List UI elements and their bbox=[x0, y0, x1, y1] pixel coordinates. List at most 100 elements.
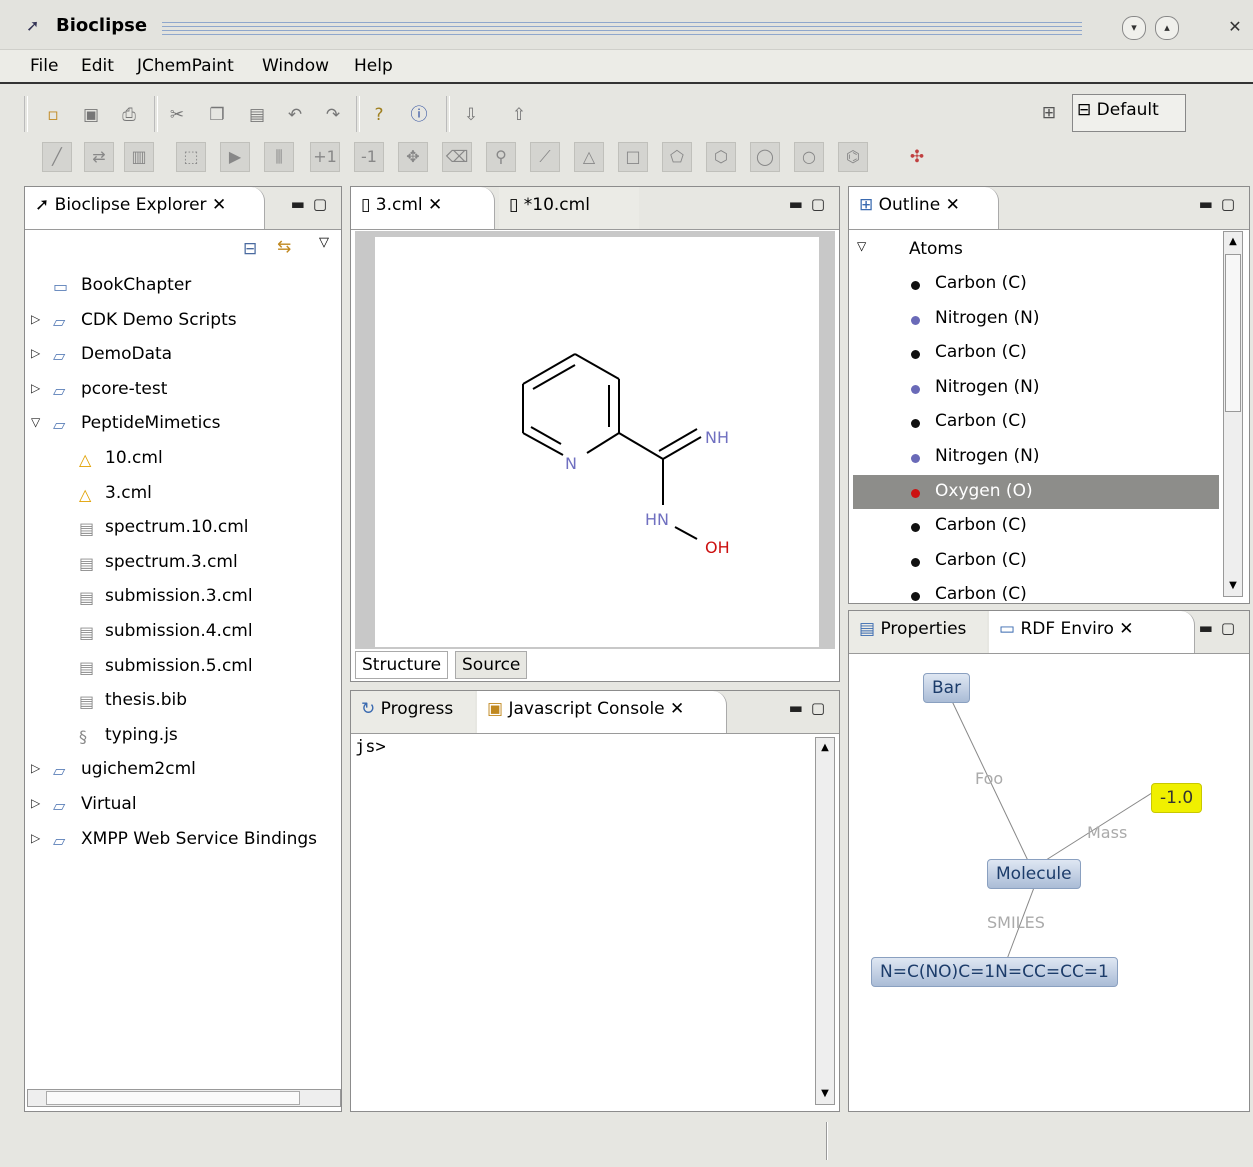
save-icon[interactable]: ▣ bbox=[78, 102, 104, 128]
triangle-ring-icon[interactable]: △ bbox=[574, 142, 604, 172]
outline-root-atoms[interactable]: ▽ Atoms bbox=[853, 233, 1219, 267]
outline-vertical-scrollbar[interactable]: ▲ ▼ bbox=[1223, 231, 1243, 597]
panel-minmax-controls[interactable]: ▬▢ bbox=[789, 195, 833, 213]
menu-jchempaint[interactable]: JChemPaint bbox=[137, 56, 234, 76]
heptagon-ring-icon[interactable]: ◯ bbox=[750, 142, 780, 172]
close-tab-icon[interactable]: ✕ bbox=[1114, 619, 1133, 639]
tab-outline[interactable]: ⊞ Outline ✕ bbox=[849, 187, 999, 229]
atom-item[interactable]: Carbon (C) bbox=[853, 405, 1219, 439]
lasso-icon[interactable]: ⚲ bbox=[486, 142, 516, 172]
menu-help[interactable]: Help bbox=[354, 56, 393, 76]
cleanup-icon[interactable]: ⟋ bbox=[530, 142, 560, 172]
benzene-ring-icon[interactable]: ⌬ bbox=[838, 142, 868, 172]
expand-arrow-icon[interactable]: ▷ bbox=[31, 831, 47, 845]
atom-item[interactable]: Carbon (C) bbox=[853, 578, 1219, 612]
pentagon-ring-icon[interactable]: ⬠ bbox=[662, 142, 692, 172]
octagon-ring-icon[interactable]: ○ bbox=[794, 142, 824, 172]
node-molecule[interactable]: Molecule bbox=[987, 859, 1081, 889]
tab-progress[interactable]: ↻ Progress bbox=[351, 691, 475, 733]
select-rectangle-icon[interactable]: ⬚ bbox=[176, 142, 206, 172]
scrollbar-thumb[interactable] bbox=[1225, 254, 1241, 412]
paste-icon[interactable]: ▤ bbox=[244, 102, 270, 128]
link-editor-icon[interactable]: ⇆ bbox=[277, 237, 291, 257]
scroll-down-arrow-icon[interactable]: ▼ bbox=[817, 1085, 833, 1103]
horizontal-scrollbar[interactable] bbox=[27, 1089, 341, 1107]
panel-minmax-controls[interactable]: ▬▢ bbox=[1199, 619, 1243, 637]
tab-source[interactable]: Source bbox=[455, 651, 528, 679]
close-tab-icon[interactable]: ✕ bbox=[212, 195, 226, 215]
move-icon[interactable]: ✥ bbox=[398, 142, 428, 172]
expand-arrow-icon[interactable]: ▽ bbox=[857, 239, 866, 253]
help-contents-icon[interactable]: ? bbox=[366, 102, 392, 128]
menu-window[interactable]: Window bbox=[262, 56, 329, 76]
tab-structure[interactable]: Structure bbox=[355, 651, 449, 679]
increase-charge-icon[interactable]: +1 bbox=[310, 142, 340, 172]
tab-3-cml[interactable]: ▯ 3.cml ✕ bbox=[351, 187, 495, 229]
expand-arrow-icon[interactable]: ▷ bbox=[31, 381, 47, 395]
new-file-icon[interactable]: ▫ bbox=[40, 102, 66, 128]
panel-minmax-controls[interactable]: ▬▢ bbox=[1199, 195, 1243, 213]
draw-bond-icon[interactable]: ╱ bbox=[42, 142, 72, 172]
help-icon[interactable]: ⓘ bbox=[406, 102, 432, 128]
square-ring-icon[interactable]: □ bbox=[618, 142, 648, 172]
tab-javascript-console[interactable]: ▣ Javascript Console ✕ bbox=[477, 691, 727, 733]
atom-item[interactable]: Oxygen (O) bbox=[853, 474, 1219, 509]
atom-item[interactable]: Carbon (C) bbox=[853, 544, 1219, 578]
atom-item[interactable]: Carbon (C) bbox=[853, 336, 1219, 370]
console-prompt[interactable]: js> bbox=[355, 737, 386, 757]
atom-item[interactable]: Nitrogen (N) bbox=[853, 302, 1219, 336]
cut-icon[interactable]: ✂ bbox=[164, 102, 190, 128]
tab-10-cml[interactable]: ▯ *10.cml bbox=[499, 187, 639, 229]
wedge-bond-icon[interactable]: ▶ bbox=[220, 142, 250, 172]
panel-minmax-controls[interactable]: ▬▢ bbox=[291, 195, 335, 213]
menu-file[interactable]: File bbox=[30, 56, 58, 76]
atom-item[interactable]: Carbon (C) bbox=[853, 267, 1219, 301]
tab-properties[interactable]: ▤ Properties bbox=[849, 611, 987, 653]
menu-edit[interactable]: Edit bbox=[81, 56, 114, 76]
maximize-button[interactable]: ▴ bbox=[1155, 16, 1179, 40]
undo-icon[interactable]: ↶ bbox=[282, 102, 308, 128]
eraser-icon[interactable]: ⌫ bbox=[442, 142, 472, 172]
node-value[interactable]: -1.0 bbox=[1151, 783, 1203, 813]
decrease-charge-icon[interactable]: -1 bbox=[354, 142, 384, 172]
close-tab-icon[interactable]: ✕ bbox=[423, 195, 442, 215]
atom-item[interactable]: Carbon (C) bbox=[853, 509, 1219, 543]
scroll-up-arrow-icon[interactable]: ▲ bbox=[1225, 233, 1241, 251]
reaction-arrow-icon[interactable]: ⇄ bbox=[84, 142, 114, 172]
expand-arrow-icon[interactable]: ▷ bbox=[31, 796, 47, 810]
panel-minmax-controls[interactable]: ▬▢ bbox=[789, 699, 833, 717]
close-window-button[interactable]: ✕ bbox=[1224, 16, 1246, 38]
outline-panel: ⊞ Outline ✕ ▬▢ ▽ Atoms Carbon (C) Nitroge… bbox=[848, 186, 1250, 604]
expand-arrow-icon[interactable]: ▽ bbox=[31, 415, 47, 429]
import-icon[interactable]: ⇩ bbox=[458, 102, 484, 128]
tab-rdf-enviro[interactable]: ▭ RDF Enviro ✕ bbox=[989, 611, 1195, 653]
atom-item[interactable]: Nitrogen (N) bbox=[853, 371, 1219, 405]
hexagon-ring-icon[interactable]: ⬡ bbox=[706, 142, 736, 172]
open-perspective-icon[interactable]: ⊞ bbox=[1036, 100, 1062, 126]
close-tab-icon[interactable]: ✕ bbox=[665, 699, 684, 719]
molecule-icon[interactable]: ✣ bbox=[904, 144, 930, 170]
redo-icon[interactable]: ↷ bbox=[320, 102, 346, 128]
perspective-default-button[interactable]: ⊟ Default bbox=[1072, 94, 1186, 132]
chain-icon[interactable]: ▥ bbox=[124, 142, 154, 172]
node-smiles[interactable]: N=C(NO)C=1N=CC=CC=1 bbox=[871, 957, 1118, 987]
expand-arrow-icon[interactable]: ▷ bbox=[31, 312, 47, 326]
hash-bond-icon[interactable]: ⫼ bbox=[264, 142, 294, 172]
node-bar[interactable]: Bar bbox=[923, 673, 971, 703]
molecule-canvas[interactable]: N NH HN OH bbox=[375, 237, 819, 647]
scroll-up-arrow-icon[interactable]: ▲ bbox=[817, 739, 833, 757]
expand-arrow-icon[interactable]: ▷ bbox=[31, 761, 47, 775]
copy-icon[interactable]: ❐ bbox=[204, 102, 230, 128]
collapse-all-icon[interactable]: ⊟ bbox=[243, 239, 257, 259]
tab-bioclipse-explorer[interactable]: ➚ Bioclipse Explorer ✕ bbox=[25, 187, 265, 229]
atom-item[interactable]: Nitrogen (N) bbox=[853, 440, 1219, 474]
print-icon[interactable]: ⎙ bbox=[116, 102, 142, 128]
close-tab-icon[interactable]: ✕ bbox=[940, 195, 960, 215]
view-menu-icon[interactable]: ▽ bbox=[319, 235, 329, 250]
scrollbar-thumb[interactable] bbox=[46, 1091, 300, 1105]
console-vertical-scrollbar[interactable]: ▲ ▼ bbox=[815, 737, 835, 1105]
export-icon[interactable]: ⇧ bbox=[506, 102, 532, 128]
minimize-button[interactable]: ▾ bbox=[1122, 16, 1146, 40]
expand-arrow-icon[interactable]: ▷ bbox=[31, 346, 47, 360]
scroll-down-arrow-icon[interactable]: ▼ bbox=[1225, 577, 1241, 595]
